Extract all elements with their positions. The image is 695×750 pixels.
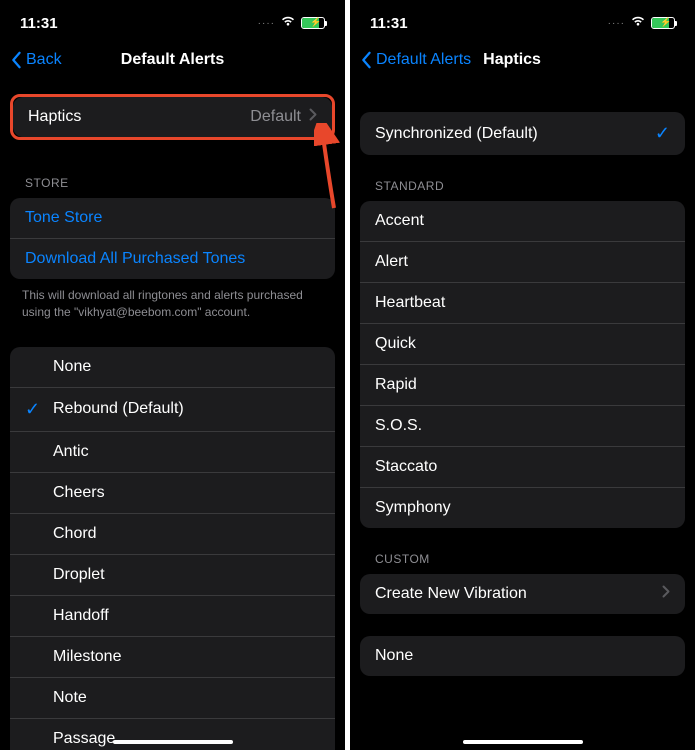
store-header: STORE	[0, 152, 345, 198]
status-time: 11:31	[370, 15, 408, 32]
back-button[interactable]: Back	[10, 51, 62, 69]
download-all-link[interactable]: Download All Purchased Tones	[10, 239, 335, 279]
status-time: 11:31	[20, 15, 58, 32]
home-indicator[interactable]	[113, 740, 233, 744]
nav-bar: Default Alerts Haptics	[350, 40, 695, 82]
synced-group: Synchronized (Default) ✓	[360, 112, 685, 155]
haptic-label: S.O.S.	[375, 417, 422, 435]
haptic-row[interactable]: Quick	[360, 324, 685, 365]
tone-row[interactable]: Droplet	[10, 555, 335, 596]
tone-row[interactable]: Note	[10, 678, 335, 719]
tone-row[interactable]: Cheers	[10, 473, 335, 514]
status-icons: ···· ⚡	[608, 14, 675, 32]
tone-label: Handoff	[53, 607, 109, 625]
haptic-row[interactable]: Accent	[360, 201, 685, 242]
haptic-label: Accent	[375, 212, 424, 230]
synced-cell[interactable]: Synchronized (Default) ✓	[360, 112, 685, 155]
haptic-label: Symphony	[375, 499, 451, 517]
custom-header: CUSTOM	[350, 528, 695, 574]
cellular-icon: ····	[608, 18, 625, 29]
create-new-vibration-cell[interactable]: Create New Vibration	[360, 574, 685, 614]
tone-label: Cheers	[53, 484, 105, 502]
tone-row[interactable]: Milestone	[10, 637, 335, 678]
tone-row[interactable]: Antic	[10, 432, 335, 473]
haptics-row-highlight: Haptics Default	[10, 94, 335, 140]
wifi-icon	[630, 14, 646, 32]
status-bar: 11:31 ···· ⚡	[0, 0, 345, 40]
tone-label: Chord	[53, 525, 97, 543]
haptic-label: Alert	[375, 253, 408, 271]
check-icon: ✓	[25, 399, 40, 419]
haptic-label: Staccato	[375, 458, 437, 476]
home-indicator[interactable]	[463, 740, 583, 744]
nav-bar: Back Default Alerts	[0, 40, 345, 82]
tone-row[interactable]: Passage	[10, 719, 335, 750]
wifi-icon	[280, 14, 296, 32]
haptics-cell[interactable]: Haptics Default	[13, 97, 332, 137]
screen-haptics: 11:31 ···· ⚡ Default Alerts Haptics Sync…	[350, 0, 695, 750]
standard-header: STANDARD	[350, 155, 695, 201]
check-icon: ✓	[655, 123, 670, 144]
back-label: Back	[26, 51, 62, 69]
store-footer: This will download all ringtones and ale…	[0, 279, 345, 329]
tone-list: None ✓ Rebound (Default) Antic Cheers Chord Dr…	[10, 347, 335, 750]
haptic-row[interactable]: Staccato	[360, 447, 685, 488]
haptic-label: Heartbeat	[375, 294, 445, 312]
tone-row[interactable]: ✓ Rebound (Default)	[10, 388, 335, 432]
status-bar: 11:31 ···· ⚡	[350, 0, 695, 40]
content: Synchronized (Default) ✓ STANDARD Accent…	[350, 82, 695, 676]
haptics-label: Haptics	[28, 108, 81, 126]
tone-label: Rebound (Default)	[53, 400, 184, 418]
cellular-icon: ····	[258, 18, 275, 29]
chevron-right-icon	[662, 585, 670, 603]
check-col: ✓	[25, 399, 53, 420]
status-icons: ···· ⚡	[258, 14, 325, 32]
battery-icon: ⚡	[651, 17, 675, 29]
haptics-value: Default	[250, 108, 317, 126]
haptic-row[interactable]: Alert	[360, 242, 685, 283]
tone-row[interactable]: None	[10, 347, 335, 388]
tone-label: Droplet	[53, 566, 105, 584]
standard-group: Accent Alert Heartbeat Quick Rapid S.O.S. Stac…	[360, 201, 685, 528]
tone-label: Antic	[53, 443, 89, 461]
content: Haptics Default STORE Tone Store Downloa…	[0, 94, 345, 750]
haptic-row[interactable]: Heartbeat	[360, 283, 685, 324]
back-label: Default Alerts	[376, 51, 471, 69]
tone-row[interactable]: Chord	[10, 514, 335, 555]
tone-row[interactable]: Handoff	[10, 596, 335, 637]
custom-group: Create New Vibration	[360, 574, 685, 614]
haptic-label: Rapid	[375, 376, 417, 394]
nav-title: Default Alerts	[121, 51, 224, 69]
haptic-row[interactable]: S.O.S.	[360, 406, 685, 447]
haptic-row[interactable]: Rapid	[360, 365, 685, 406]
tone-store-link[interactable]: Tone Store	[10, 198, 335, 239]
battery-icon: ⚡	[301, 17, 325, 29]
none-cell[interactable]: None	[360, 636, 685, 676]
back-button[interactable]: Default Alerts	[360, 51, 471, 69]
none-group: None	[360, 636, 685, 676]
nav-title: Haptics	[483, 51, 541, 69]
chevron-left-icon	[10, 51, 22, 69]
chevron-right-icon	[309, 108, 317, 126]
haptic-row[interactable]: Symphony	[360, 488, 685, 528]
tone-label: Note	[53, 689, 87, 707]
tone-label: None	[53, 358, 91, 376]
haptic-label: Quick	[375, 335, 416, 353]
tone-label: Milestone	[53, 648, 121, 666]
synced-label: Synchronized (Default)	[375, 125, 538, 143]
tone-label: Passage	[53, 730, 115, 748]
screen-default-alerts: 11:31 ···· ⚡ Back Default Alerts Haptics…	[0, 0, 345, 750]
chevron-left-icon	[360, 51, 372, 69]
store-group: Tone Store Download All Purchased Tones	[10, 198, 335, 279]
